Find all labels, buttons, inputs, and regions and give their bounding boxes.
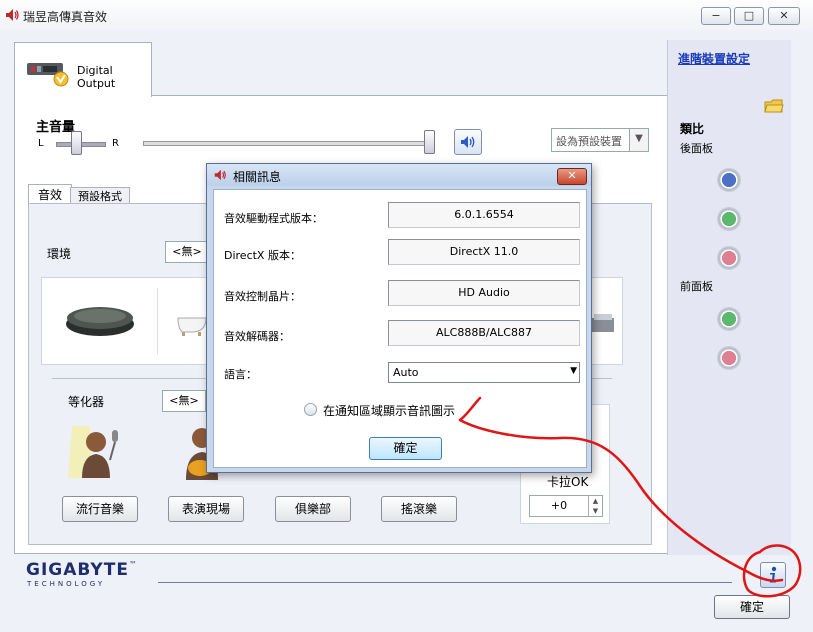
directx-version-value: DirectX 11.0 [388,239,580,265]
device-tab-digital-output[interactable]: Digital Output [14,42,152,97]
close-button[interactable]: ✕ [768,7,800,25]
stone-environment-icon[interactable] [64,300,136,338]
environment-divider [157,288,158,354]
maximize-button[interactable]: □ [734,7,764,25]
speaker-icon [6,9,19,21]
volume-slider-track[interactable] [143,141,435,146]
eq-preset-live-button[interactable]: 表演現場 [168,496,244,522]
tab-sound-effects[interactable]: 音效 [28,184,72,205]
language-label: 語言： [224,368,257,381]
front-headphone-jack[interactable] [718,308,740,330]
driver-version-label: 音效驅動程式版本： [224,212,323,225]
info-button[interactable] [760,562,786,588]
rear-panel-label: 後面板 [680,142,713,155]
about-dialog: 相關訊息 ✕ 音效驅動程式版本： 6.0.1.6554 DirectX 版本： … [206,163,592,473]
show-tray-icon-radio[interactable] [304,403,317,416]
minimize-button[interactable]: − [701,7,731,25]
rear-mic-in-jack[interactable] [718,247,740,269]
chevron-down-icon: ▼ [570,366,577,376]
eq-preset-rock-button[interactable]: 搖滾樂 [381,496,457,522]
analog-label: 類比 [680,122,705,136]
equalizer-label: 等化器 [68,395,105,409]
set-default-device-label: 設為預設裝置 [556,135,622,148]
speaker-icon [461,136,475,148]
karaoke-up-button[interactable]: ▲ [588,496,602,506]
advanced-device-settings-link[interactable]: 進階裝置設定 [678,50,750,67]
dialog-ok-button[interactable]: 確定 [369,437,442,460]
info-icon [770,566,777,583]
title-bar: 瑞昱高傳真音效 − □ ✕ [0,0,813,30]
dialog-close-button[interactable]: ✕ [557,168,587,185]
balance-left-label: L [38,138,44,149]
folder-icon[interactable] [764,98,784,114]
volume-slider-thumb[interactable] [424,130,435,154]
set-default-device-dropdown[interactable]: 設為預設裝置 ▼ [551,128,649,152]
karaoke-down-button[interactable]: ▼ [588,506,602,516]
audio-codec-value: ALC888B/ALC887 [388,320,580,346]
brand-tagline: TECHNOLOGY [27,580,106,588]
balance-right-label: R [112,138,119,149]
directx-version-label: DirectX 版本： [224,249,301,262]
main-ok-button[interactable]: 確定 [714,595,790,619]
audio-controller-label: 音效控制晶片： [224,290,301,303]
trademark-mark: ™ [128,560,137,569]
eq-preset-club-button[interactable]: 俱樂部 [275,496,351,522]
chevron-down-icon: ▼ [629,129,648,151]
front-mic-in-jack[interactable] [718,347,740,369]
driver-version-value: 6.0.1.6554 [388,202,580,228]
language-select[interactable]: Auto ▼ [388,362,580,383]
rear-line-out-jack[interactable] [718,208,740,230]
window-title: 瑞昱高傳真音效 [23,10,108,24]
jack-panel: 進階裝置設定 類比 後面板 前面板 [667,40,791,555]
equalizer-dropdown[interactable]: <無> [162,390,206,412]
speaker-icon [214,169,226,181]
room-environment-icon[interactable] [590,308,618,338]
balance-slider-thumb[interactable] [71,131,83,155]
bottom-divider [158,582,732,583]
digital-output-device-icon [27,63,69,87]
front-panel-label: 前面板 [680,280,713,293]
mute-button[interactable] [454,129,482,155]
language-value: Auto [393,366,419,379]
karaoke-value: +0 [550,499,568,512]
environment-label: 環境 [47,247,72,261]
device-tab-label: Digital Output [77,64,116,90]
dialog-body: 音效驅動程式版本： 6.0.1.6554 DirectX 版本： DirectX… [213,189,587,468]
eq-preset-pop-button[interactable]: 流行音樂 [62,496,138,522]
show-tray-icon-label[interactable]: 在通知區域顯示音訊圖示 [323,402,455,419]
karaoke-label: 卡拉OK [547,475,589,489]
brand-name: GIGABYTE [26,560,129,580]
environment-dropdown[interactable]: <無> [165,241,209,263]
dialog-title: 相關訊息 [233,170,282,184]
audio-codec-label: 音效解碼器： [224,330,290,343]
master-volume-label: 主音量 [36,120,76,135]
karaoke-stepper[interactable]: +0 ▲ ▼ [529,495,603,517]
gigabyte-logo: GIGABYTE™ TECHNOLOGY [26,560,137,588]
pop-singer-icon[interactable] [66,420,136,482]
audio-controller-value: HD Audio [388,280,580,306]
dialog-title-bar: 相關訊息 ✕ [207,164,591,186]
rear-line-in-jack[interactable] [718,169,740,191]
